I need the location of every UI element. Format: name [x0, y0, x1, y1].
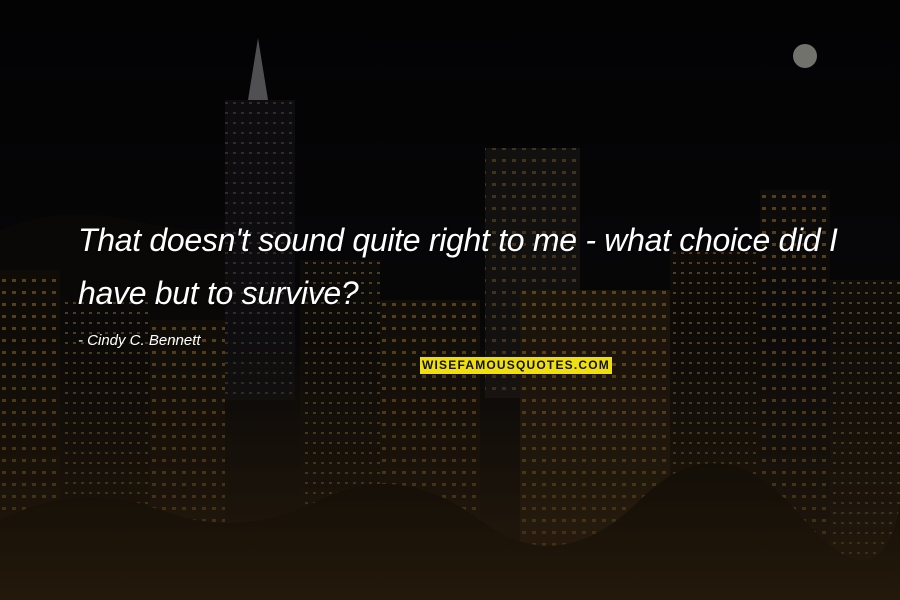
quote-card: That doesn't sound quite right to me - w… [0, 0, 900, 600]
quote-author: - Cindy C. Bennett [78, 332, 201, 349]
quote-text: That doesn't sound quite right to me - w… [78, 222, 838, 311]
watermark-logo: WISEFAMOUSQUOTES.COM [420, 357, 613, 374]
